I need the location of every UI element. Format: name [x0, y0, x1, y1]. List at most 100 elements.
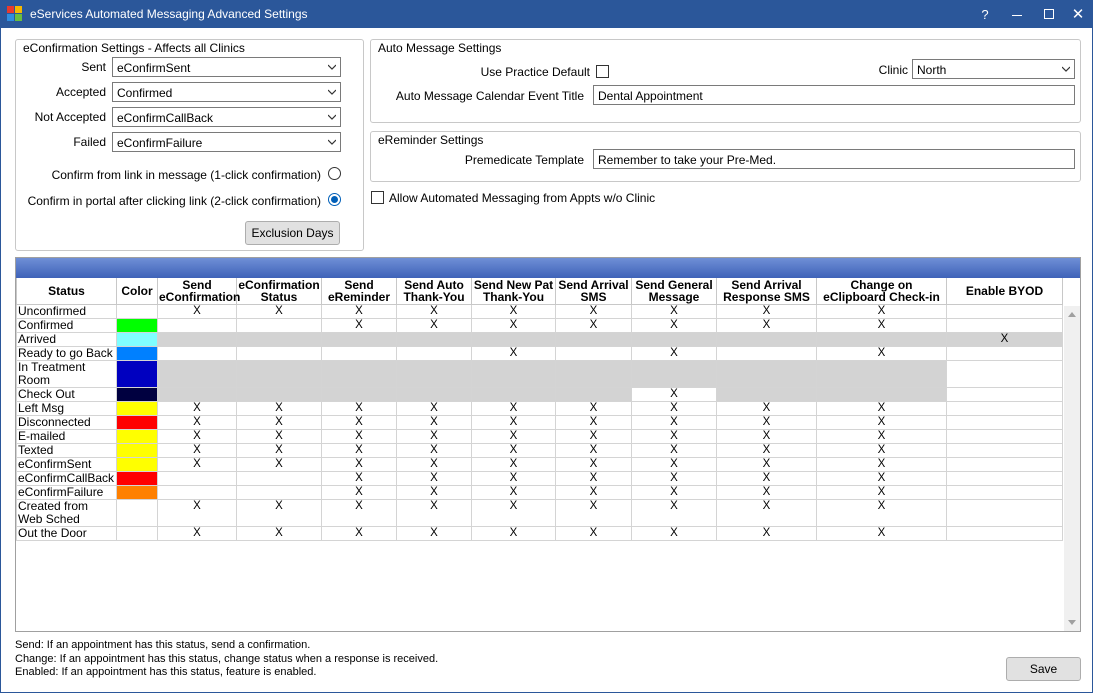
- table-row[interactable]: Check Out X: [16, 387, 1063, 402]
- grid-cell[interactable]: [236, 471, 322, 486]
- column-header[interactable]: Change on eClipboard Check-in: [816, 278, 947, 305]
- grid-cell[interactable]: [946, 387, 1063, 402]
- table-row[interactable]: Arrived X: [16, 332, 1063, 347]
- grid-cell[interactable]: X: [471, 526, 556, 541]
- grid-cell[interactable]: X: [816, 526, 947, 541]
- one-click-confirm-radio[interactable]: [328, 167, 341, 180]
- grid-cell[interactable]: X: [716, 318, 817, 333]
- use-practice-default-checkbox[interactable]: [596, 65, 609, 78]
- grid-cell[interactable]: [816, 360, 947, 388]
- grid-cell[interactable]: [157, 360, 237, 388]
- grid-cell[interactable]: X: [816, 346, 947, 361]
- grid-cell[interactable]: [716, 346, 817, 361]
- grid-cell[interactable]: [396, 360, 472, 388]
- grid-cell[interactable]: X: [816, 415, 947, 430]
- grid-cell[interactable]: X: [157, 443, 237, 458]
- grid-cell[interactable]: X: [321, 499, 397, 527]
- grid-cell[interactable]: X: [716, 457, 817, 472]
- column-header[interactable]: eConfirmation Status: [236, 278, 322, 305]
- grid-cell[interactable]: [471, 387, 556, 402]
- grid-cell[interactable]: X: [631, 499, 717, 527]
- grid-cell[interactable]: [946, 443, 1063, 458]
- grid-cell[interactable]: X: [321, 485, 397, 500]
- grid-cell[interactable]: X: [555, 485, 632, 500]
- grid-cell[interactable]: X: [631, 387, 717, 402]
- grid-cell[interactable]: [946, 429, 1063, 444]
- grid-cell[interactable]: X: [236, 415, 322, 430]
- grid-cell[interactable]: X: [471, 457, 556, 472]
- grid-cell[interactable]: X: [157, 499, 237, 527]
- grid-cell[interactable]: [321, 346, 397, 361]
- grid-cell[interactable]: X: [236, 443, 322, 458]
- grid-cell[interactable]: X: [471, 318, 556, 333]
- grid-cell[interactable]: [471, 332, 556, 347]
- grid-cell[interactable]: X: [236, 457, 322, 472]
- sent-combo[interactable]: eConfirmSent: [112, 57, 341, 77]
- grid-cell[interactable]: [716, 387, 817, 402]
- grid-cell[interactable]: X: [816, 318, 947, 333]
- grid-cell[interactable]: X: [716, 304, 817, 319]
- column-header[interactable]: Send New Pat Thank-You: [471, 278, 556, 305]
- table-row[interactable]: Out the Door X X X X X X X X X: [16, 526, 1063, 541]
- grid-cell[interactable]: [321, 332, 397, 347]
- grid-cell[interactable]: X: [816, 401, 947, 416]
- grid-cell[interactable]: X: [321, 318, 397, 333]
- grid-cell[interactable]: X: [555, 443, 632, 458]
- grid-cell[interactable]: X: [555, 304, 632, 319]
- save-button[interactable]: Save: [1006, 657, 1081, 681]
- grid-cell[interactable]: [236, 332, 322, 347]
- exclusion-days-button[interactable]: Exclusion Days: [245, 221, 340, 245]
- grid-cell[interactable]: [555, 332, 632, 347]
- failed-combo[interactable]: eConfirmFailure: [112, 132, 341, 152]
- status-cell[interactable]: E-mailed: [16, 429, 117, 444]
- grid-cell[interactable]: X: [471, 499, 556, 527]
- table-row[interactable]: eConfirmCallBack X X X X X X X: [16, 471, 1063, 486]
- grid-cell[interactable]: X: [555, 457, 632, 472]
- grid-cell[interactable]: X: [157, 401, 237, 416]
- table-row[interactable]: Ready to go Back X X X: [16, 346, 1063, 361]
- grid-cell[interactable]: X: [631, 401, 717, 416]
- grid-cell[interactable]: [555, 387, 632, 402]
- grid-cell[interactable]: X: [631, 457, 717, 472]
- grid-cell[interactable]: [946, 318, 1063, 333]
- grid-cell[interactable]: X: [631, 415, 717, 430]
- grid-cell[interactable]: X: [471, 304, 556, 319]
- grid-cell[interactable]: [946, 457, 1063, 472]
- grid-cell[interactable]: X: [555, 471, 632, 486]
- grid-cell[interactable]: X: [396, 499, 472, 527]
- grid-cell[interactable]: [471, 360, 556, 388]
- grid-cell[interactable]: X: [816, 471, 947, 486]
- column-header[interactable]: Color: [116, 278, 158, 305]
- close-button[interactable]: ✕: [1063, 1, 1093, 28]
- minimize-button[interactable]: [1002, 1, 1032, 28]
- grid-cell[interactable]: X: [816, 429, 947, 444]
- maximize-button[interactable]: [1034, 1, 1064, 28]
- status-cell[interactable]: Ready to go Back: [16, 346, 117, 361]
- title-bar[interactable]: eServices Automated Messaging Advanced S…: [1, 1, 1092, 28]
- grid-cell[interactable]: X: [631, 318, 717, 333]
- column-header[interactable]: Send eReminder: [321, 278, 397, 305]
- grid-cell[interactable]: [631, 332, 717, 347]
- grid-cell[interactable]: [816, 332, 947, 347]
- grid-cell[interactable]: X: [471, 346, 556, 361]
- column-header[interactable]: Send Arrival Response SMS: [716, 278, 817, 305]
- grid-cell[interactable]: X: [555, 415, 632, 430]
- status-cell[interactable]: Confirmed: [16, 318, 117, 333]
- grid-cell[interactable]: [946, 360, 1063, 388]
- grid-cell[interactable]: [946, 485, 1063, 500]
- grid-cell[interactable]: X: [631, 304, 717, 319]
- grid-cell[interactable]: X: [816, 485, 947, 500]
- grid-cell[interactable]: X: [396, 457, 472, 472]
- grid-cell[interactable]: [946, 304, 1063, 319]
- grid-cell[interactable]: [157, 346, 237, 361]
- status-cell[interactable]: Disconnected: [16, 415, 117, 430]
- grid-cell[interactable]: X: [396, 318, 472, 333]
- table-row[interactable]: In Treatment Room: [16, 360, 1063, 388]
- grid-cell[interactable]: X: [321, 526, 397, 541]
- status-cell[interactable]: Created from Web Sched: [16, 499, 117, 527]
- grid-cell[interactable]: X: [816, 304, 947, 319]
- grid-cell[interactable]: [396, 346, 472, 361]
- grid-cell[interactable]: [946, 499, 1063, 527]
- grid-cell[interactable]: X: [236, 304, 322, 319]
- table-row[interactable]: Confirmed X X X X X X X: [16, 318, 1063, 333]
